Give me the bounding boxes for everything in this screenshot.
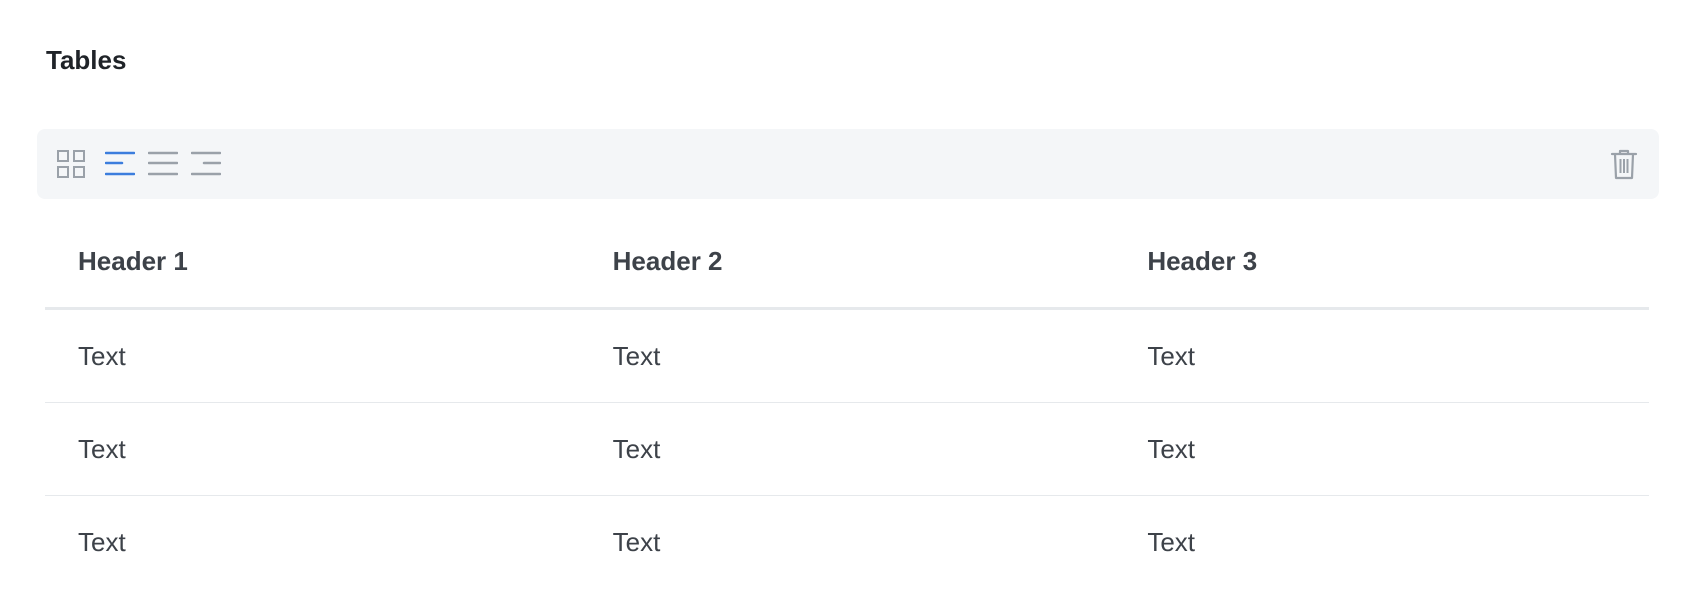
table-row: Text Text Text [45, 402, 1649, 496]
section-title: Tables [46, 45, 127, 75]
align-left-button[interactable] [103, 147, 137, 181]
table-row: Text Text Text [45, 496, 1649, 589]
table-cell[interactable]: Text [1114, 496, 1649, 589]
table-toolbar [37, 129, 1659, 199]
table-header-cell[interactable]: Header 1 [45, 215, 580, 310]
table-cell[interactable]: Text [45, 402, 580, 496]
table-cell[interactable]: Text [579, 308, 1115, 403]
table-cell[interactable]: Text [1114, 308, 1649, 403]
table-cell[interactable]: Text [579, 402, 1115, 496]
table-header-cell[interactable]: Header 2 [579, 215, 1115, 310]
grid-layout-button[interactable] [54, 147, 88, 181]
table-header-cell[interactable]: Header 3 [1114, 215, 1649, 310]
table-cell[interactable]: Text [1114, 402, 1649, 496]
table-header-row: Header 1 Header 2 Header 3 [45, 215, 1649, 310]
align-right-icon [191, 151, 221, 176]
align-center-button[interactable] [146, 147, 180, 181]
table-cell[interactable]: Text [45, 308, 580, 403]
table-cell[interactable]: Text [45, 496, 580, 589]
align-left-icon [105, 151, 135, 176]
data-table-container: Header 1 Header 2 Header 3 Text Text Tex… [45, 215, 1649, 588]
align-right-button[interactable] [189, 147, 223, 181]
table-cell[interactable]: Text [580, 496, 1115, 589]
grid-icon [57, 150, 85, 178]
table-row: Text Text Text [45, 308, 1649, 403]
delete-table-button[interactable] [1607, 147, 1641, 181]
align-justify-icon [148, 151, 178, 176]
data-table: Header 1 Header 2 Header 3 Text Text Tex… [45, 215, 1649, 588]
trash-icon [1610, 149, 1638, 180]
